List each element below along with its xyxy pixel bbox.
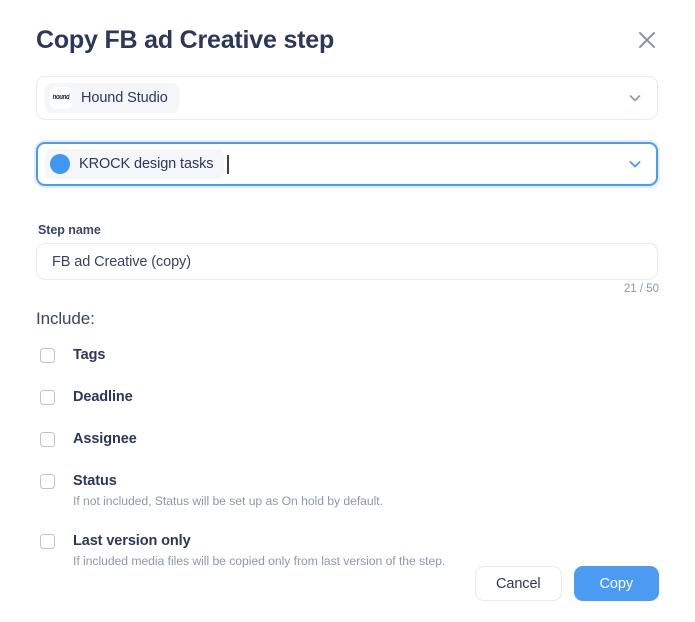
checkbox-row-deadline[interactable]: Deadline (40, 387, 640, 408)
checkbox-label-assignee: Assignee (73, 431, 137, 447)
checkbox-row-last-version-only[interactable]: Last version only If included media file… (40, 531, 640, 570)
checkbox-hint-status: If not included, Status will be set up a… (73, 494, 383, 508)
copy-button[interactable]: Copy (573, 566, 659, 601)
dialog-header: Copy FB ad Creative step (36, 20, 659, 60)
project-avatar (50, 154, 70, 174)
checkbox-status[interactable] (40, 474, 55, 489)
checkbox-tags[interactable] (40, 348, 55, 363)
checkbox-row-tags[interactable]: Tags (40, 345, 640, 366)
dialog-footer: Cancel Copy (475, 566, 659, 601)
checkbox-label-deadline: Deadline (73, 389, 133, 405)
text-caret (227, 154, 230, 174)
checkbox-hint-last-version-only: If included media files will be copied o… (73, 554, 446, 568)
include-options-list: Tags Deadline Assignee Status If not inc… (40, 345, 640, 570)
chevron-down-icon[interactable] (627, 90, 643, 106)
step-name-input[interactable] (36, 243, 658, 280)
workspace-select[interactable]: hound Hound Studio (36, 76, 658, 120)
cancel-button[interactable]: Cancel (475, 566, 562, 601)
chevron-down-icon[interactable] (627, 156, 643, 172)
dialog-title: Copy FB ad Creative step (36, 26, 335, 54)
copy-step-dialog: Copy FB ad Creative step hound Hound Stu… (0, 0, 695, 622)
checkbox-label-last-version-only: Last version only (73, 533, 191, 549)
workspace-avatar-wordmark: hound (52, 94, 70, 102)
workspace-chip-label: Hound Studio (81, 90, 168, 106)
project-select[interactable]: KROCK design tasks (36, 142, 658, 186)
workspace-chip: hound Hound Studio (45, 83, 179, 113)
workspace-avatar: hound (50, 87, 72, 109)
step-name-label: Step name (38, 223, 101, 237)
checkbox-assignee[interactable] (40, 432, 55, 447)
checkbox-row-status[interactable]: Status If not included, Status will be s… (40, 471, 640, 510)
project-chip-label: KROCK design tasks (79, 156, 214, 172)
checkbox-row-assignee[interactable]: Assignee (40, 429, 640, 450)
close-icon[interactable] (631, 24, 663, 56)
project-chip: KROCK design tasks (45, 149, 225, 179)
checkbox-label-tags: Tags (73, 347, 106, 363)
checkbox-last-version-only[interactable] (40, 534, 55, 549)
character-counter: 21 / 50 (623, 283, 659, 295)
checkbox-label-status: Status (73, 473, 117, 489)
include-heading: Include: (36, 309, 95, 328)
checkbox-deadline[interactable] (40, 390, 55, 405)
